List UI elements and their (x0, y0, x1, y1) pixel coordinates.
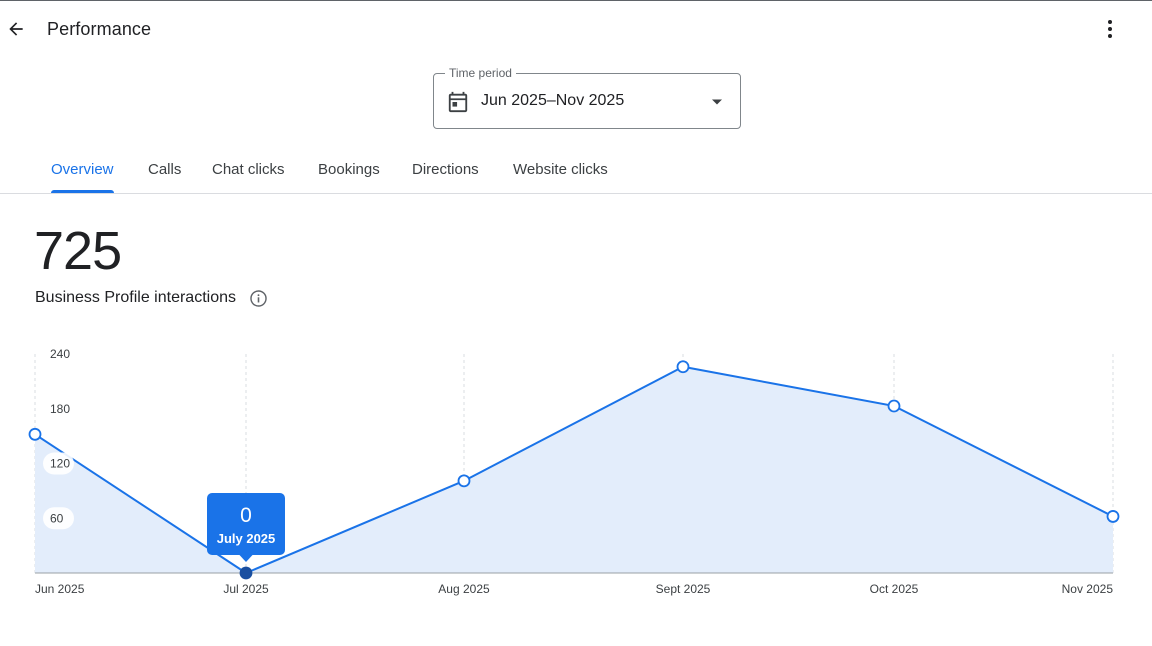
series-area (35, 366, 1113, 573)
x-tick-label-5: Nov 2025 (1062, 582, 1114, 596)
x-tick-label-3: Sept 2025 (656, 582, 711, 596)
x-tick-label-4: Oct 2025 (870, 582, 919, 596)
y-tick-label-60: 60 (50, 511, 64, 525)
tab-directions[interactable]: Directions (412, 150, 479, 194)
tooltip-value: 0 (240, 504, 252, 527)
data-point-2[interactable] (457, 474, 471, 488)
tab-website-clicks[interactable]: Website clicks (513, 150, 608, 194)
x-tick-label-1: Jul 2025 (223, 582, 269, 596)
app-header: Performance (0, 1, 1152, 57)
x-tick-label-0: Jun 2025 (35, 582, 85, 596)
back-button[interactable] (2, 13, 30, 45)
time-period-select[interactable]: Time period Jun 2025–Nov 2025 (433, 66, 741, 129)
more-vert-icon (1108, 20, 1112, 38)
arrow-back-icon (9, 22, 23, 36)
data-point-1[interactable] (239, 566, 253, 580)
time-period-value: Jun 2025–Nov 2025 (481, 92, 625, 109)
tab-calls[interactable]: Calls (148, 150, 181, 194)
tooltip-pointer (239, 554, 253, 562)
interactions-label: Business Profile interactions (35, 289, 236, 306)
tab-bookings[interactable]: Bookings (318, 150, 380, 194)
data-point-3[interactable] (676, 360, 690, 374)
y-tick-label-180: 180 (50, 402, 70, 416)
more-options-button[interactable] (1096, 13, 1124, 45)
dropdown-arrow-icon (712, 99, 722, 105)
calendar-icon (448, 91, 468, 113)
interactions-chart: 60 120 180 240 Jun 2025 Jul 2025 Aug 2025 Sept … (28, 347, 1120, 596)
tab-chat-clicks[interactable]: Chat clicks (212, 150, 285, 194)
time-period-label: Time period (445, 66, 516, 80)
info-icon[interactable] (249, 289, 268, 308)
data-point-5[interactable] (1106, 510, 1120, 523)
x-tick-label-2: Aug 2025 (438, 582, 490, 596)
data-point-0[interactable] (28, 427, 42, 441)
active-tab-indicator (51, 190, 114, 193)
page-title: Performance (47, 19, 152, 39)
tab-overview[interactable]: Overview (51, 150, 114, 194)
interactions-total: 725 (34, 221, 122, 281)
y-tick-label-120: 120 (50, 457, 70, 471)
y-tick-label-240: 240 (50, 347, 70, 361)
tooltip-label: July 2025 (217, 531, 276, 546)
data-point-4[interactable] (887, 399, 901, 413)
tab-bar: Overview Calls Chat clicks Bookings Dire… (0, 150, 1152, 194)
